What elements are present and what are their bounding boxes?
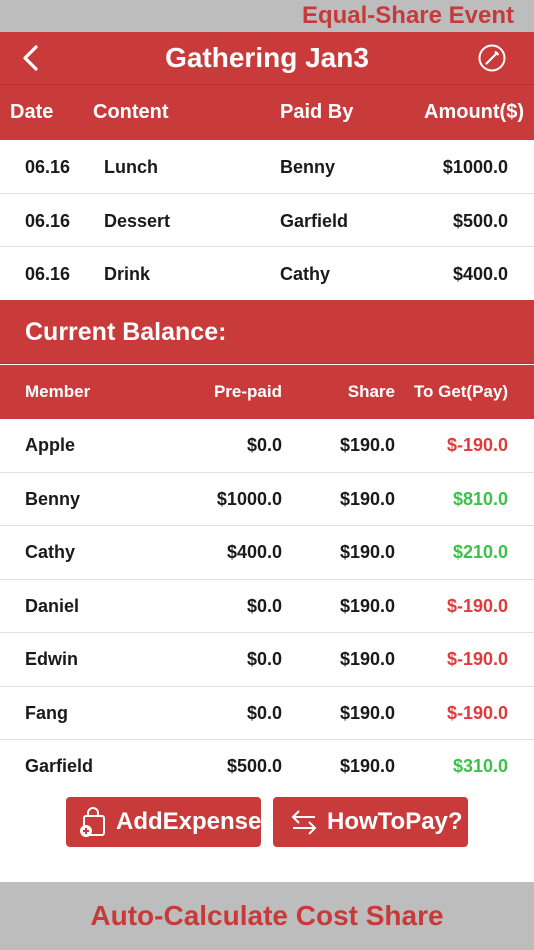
member-prepaid: $500.0 [226, 756, 282, 776]
swap-arrows-icon [289, 806, 319, 838]
member-to-get: $210.0 [452, 542, 508, 562]
member-share: $190.0 [339, 649, 395, 669]
back-button[interactable] [12, 40, 48, 76]
how-to-pay-label: HowToPay? [327, 808, 463, 835]
expense-content: Drink [104, 264, 151, 284]
member-to-get: $-190.0 [446, 435, 508, 455]
member-name: Apple [25, 435, 76, 455]
member-share: $190.0 [339, 756, 395, 776]
header-share: Share [347, 382, 395, 401]
member-prepaid: $0.0 [246, 435, 282, 455]
member-share: $190.0 [339, 488, 395, 509]
member-name: Daniel [25, 595, 80, 616]
how-to-pay-button[interactable]: HowToPay? [273, 797, 468, 847]
expense-list: 06.16 Lunch Benny $1000.0 06.16 Dessert … [0, 140, 534, 301]
member-name: Garfield [25, 756, 94, 776]
header-paid-by: Paid By [280, 101, 354, 123]
member-prepaid: $400.0 [226, 542, 282, 562]
page-title: Gathering Jan3 [165, 42, 369, 73]
member-name: Edwin [25, 649, 78, 669]
bottom-banner-text: Auto-Calculate Cost Share [90, 900, 444, 931]
header-prepaid: Pre-paid [213, 382, 282, 401]
expense-content: Dessert [104, 210, 171, 231]
member-prepaid: $0.0 [246, 595, 282, 616]
member-prepaid: $0.0 [246, 702, 282, 723]
balance-row: Cathy $400.0 $190.0 $210.0 [0, 526, 534, 580]
top-banner-text: Equal-Share Event [301, 2, 514, 29]
member-to-get: $-190.0 [446, 702, 508, 723]
expense-date: 06.16 [25, 157, 71, 177]
member-name: Benny [25, 488, 81, 509]
expense-date: 06.16 [25, 210, 71, 231]
member-prepaid: $0.0 [246, 649, 282, 669]
member-share: $190.0 [339, 435, 395, 455]
balance-list: Apple $0.0 $190.0 $-190.0 Benny $1000.0 … [0, 419, 534, 794]
member-name: Fang [25, 702, 68, 723]
header-member: Member [25, 382, 91, 401]
header-date: Date [10, 101, 54, 123]
member-name: Cathy [25, 542, 76, 562]
expense-paid-by: Cathy [280, 264, 331, 284]
edit-pencil-icon [478, 44, 506, 72]
balance-row: Garfield $500.0 $190.0 $310.0 [0, 740, 534, 794]
balance-section-title: Current Balance: [0, 300, 534, 364]
top-promo-banner: Equal-Share Event [0, 0, 534, 32]
header-content: Content [93, 101, 169, 123]
expense-paid-by: Benny [280, 157, 336, 177]
expense-row[interactable]: 06.16 Drink Cathy $400.0 [0, 247, 534, 301]
balance-title-text: Current Balance: [25, 318, 227, 346]
expense-amount: $500.0 [452, 210, 508, 231]
balance-row: Edwin $0.0 $190.0 $-190.0 [0, 633, 534, 687]
header-to-get: To Get(Pay) [413, 382, 508, 401]
expense-row[interactable]: 06.16 Lunch Benny $1000.0 [0, 140, 534, 194]
member-to-get: $810.0 [452, 488, 508, 509]
balance-row: Daniel $0.0 $190.0 $-190.0 [0, 580, 534, 633]
expense-amount: $1000.0 [442, 157, 508, 177]
balance-row: Apple $0.0 $190.0 $-190.0 [0, 419, 534, 473]
add-expense-label: AddExpense [116, 808, 262, 835]
edit-button[interactable] [474, 40, 510, 76]
expense-amount: $400.0 [452, 264, 508, 284]
balance-row: Benny $1000.0 $190.0 $810.0 [0, 473, 534, 526]
expense-paid-by: Garfield [280, 210, 349, 231]
expense-table-header: Date Content Paid By Amount($) [0, 84, 534, 140]
member-to-get: $310.0 [452, 756, 508, 776]
member-prepaid: $1000.0 [216, 488, 282, 509]
expense-row[interactable]: 06.16 Dessert Garfield $500.0 [0, 194, 534, 247]
bottom-promo-banner: Auto-Calculate Cost Share [0, 882, 534, 950]
header-amount: Amount($) [424, 101, 524, 123]
member-to-get: $-190.0 [446, 649, 508, 669]
member-to-get: $-190.0 [446, 595, 508, 616]
balance-row: Fang $0.0 $190.0 $-190.0 [0, 687, 534, 740]
member-share: $190.0 [339, 595, 395, 616]
nav-bar: Gathering Jan3 [0, 32, 534, 84]
bag-plus-icon [78, 806, 108, 838]
add-expense-button[interactable]: AddExpense [66, 797, 261, 847]
back-arrow-icon [23, 45, 38, 71]
expense-date: 06.16 [25, 264, 71, 284]
balance-table-header: Member Pre-paid Share To Get(Pay) [0, 365, 534, 419]
member-share: $190.0 [339, 542, 395, 562]
member-share: $190.0 [339, 702, 395, 723]
expense-content: Lunch [104, 157, 158, 177]
